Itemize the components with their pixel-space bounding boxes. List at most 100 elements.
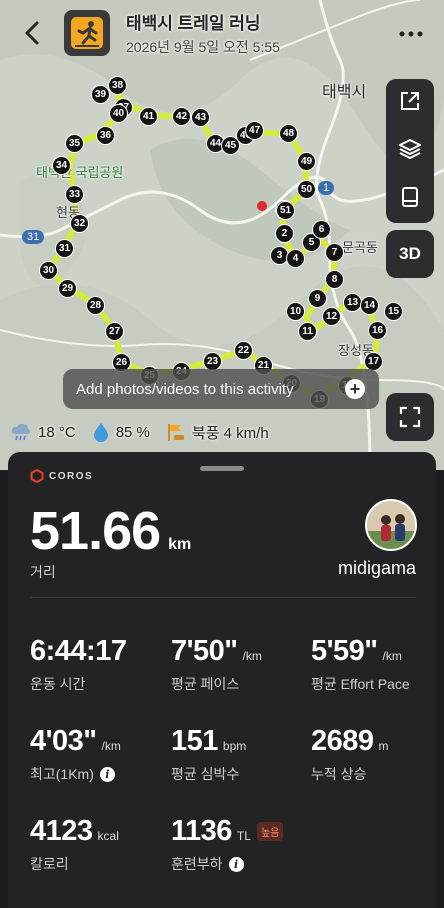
stat-training-load: 1136 TL 높음 훈련부하 i (171, 815, 284, 874)
route-marker[interactable]: 35 (65, 134, 84, 153)
divider (30, 597, 416, 598)
route-marker[interactable]: 7 (325, 243, 344, 262)
route-marker[interactable]: 15 (384, 302, 403, 321)
route-marker[interactable]: 33 (65, 185, 84, 204)
back-button[interactable] (18, 18, 48, 48)
route-marker[interactable]: 27 (105, 322, 124, 341)
road-shield-1: 1 (318, 181, 335, 195)
temperature: 18 °C (38, 423, 76, 441)
more-options-button[interactable] (398, 26, 424, 37)
road-shield-31: 31 (22, 230, 45, 244)
running-figure-icon (71, 17, 103, 49)
route-marker[interactable]: 50 (297, 180, 316, 199)
wind: 북풍 4 km/h (191, 424, 269, 442)
stat-unit: m (378, 739, 389, 753)
avatar[interactable] (365, 499, 417, 551)
route-marker[interactable]: 31 (55, 239, 74, 258)
route-marker[interactable]: 47 (245, 121, 264, 140)
route-marker[interactable]: 51 (276, 201, 295, 220)
user-photo (367, 501, 415, 549)
distance-label: 거리 (30, 564, 56, 580)
stat-value: 1136 (171, 815, 232, 847)
username[interactable]: midigama (338, 558, 416, 579)
route-marker[interactable]: 34 (52, 156, 71, 175)
route-marker[interactable]: 4 (286, 249, 305, 268)
stat-unit: TL (236, 829, 251, 843)
distance-value: 51.66 km (30, 500, 191, 562)
ellipsis-icon (399, 31, 423, 37)
stat-avg-heart-rate: 151 bpm 평균 심박수 (171, 725, 246, 784)
route-marker[interactable]: 22 (234, 341, 253, 360)
stat-effort-pace: 5'59" /km 평균 Effort Pace (311, 635, 410, 694)
stat-unit: /km (101, 739, 121, 753)
route-marker[interactable]: 9 (308, 289, 327, 308)
activity-datetime: 2026년 9월 5일 오전 5:55 (126, 39, 280, 55)
layers-icon (399, 139, 421, 159)
share-button[interactable] (386, 79, 434, 123)
stat-label: 평균 심박수 (171, 766, 240, 782)
route-marker[interactable]: 41 (139, 107, 158, 126)
route-marker[interactable]: 39 (91, 85, 110, 104)
stat-label: 평균 Effort Pace (311, 676, 410, 692)
route-marker[interactable]: 12 (322, 307, 341, 326)
stat-label: 평균 페이스 (171, 676, 240, 692)
coros-mark-icon (30, 469, 44, 483)
add-photos-label: Add photos/videos to this activity (76, 380, 294, 398)
route-marker[interactable]: 14 (360, 296, 379, 315)
wind-flag-icon (167, 424, 184, 441)
route-marker[interactable]: 48 (279, 124, 298, 143)
route-marker[interactable]: 11 (298, 322, 317, 341)
route-marker[interactable]: 8 (325, 270, 344, 289)
route-map[interactable]: 태백시 태백산 국립공원 현동 31 1 문곡동 장성동 1 2 3 4 5 6… (0, 0, 444, 470)
3d-view-button[interactable]: 3D (386, 230, 434, 278)
stat-value: 2689 (311, 725, 374, 757)
fullscreen-button[interactable] (386, 393, 434, 441)
training-load-badge: 높음 (256, 822, 284, 841)
route-marker[interactable]: 6 (312, 220, 331, 239)
map-tool-group (386, 79, 434, 223)
stat-label: 누적 상승 (311, 766, 367, 782)
route-marker[interactable]: 13 (343, 293, 362, 312)
route-marker[interactable]: 29 (58, 279, 77, 298)
stat-label: 운동 시간 (30, 676, 86, 692)
stat-value: 6:44:17 (30, 635, 127, 667)
add-photos-button[interactable]: Add photos/videos to this activity + (63, 369, 379, 409)
info-icon[interactable]: i (228, 856, 244, 872)
humidity-drop-icon (93, 423, 108, 442)
stat-calories: 4123 kcal 칼로리 (30, 815, 119, 874)
fullscreen-icon (399, 406, 421, 428)
stat-unit: /km (382, 649, 402, 663)
distance-unit: km (168, 536, 192, 553)
stat-unit: kcal (97, 829, 119, 843)
route-marker[interactable]: 43 (191, 108, 210, 127)
route-marker[interactable]: 42 (172, 107, 191, 126)
start-point (257, 201, 267, 211)
activity-summary-sheet[interactable]: COROS 51.66 km 거리 midigama 6:44:17 운동 시간… (8, 452, 436, 908)
activity-title: 태백시 트레일 러닝 (126, 14, 261, 33)
route-marker[interactable]: 38 (108, 76, 127, 95)
map-layers-button[interactable] (386, 127, 434, 171)
info-icon[interactable]: i (99, 766, 115, 782)
route-marker[interactable]: 2 (275, 224, 294, 243)
route-marker[interactable]: 16 (368, 321, 387, 340)
stat-value: 7'50" (171, 635, 238, 667)
stat-label: 훈련부하 (171, 856, 223, 872)
route-marker[interactable]: 49 (297, 152, 316, 171)
share-icon (401, 92, 419, 110)
route-marker[interactable]: 36 (96, 126, 115, 145)
route-marker[interactable]: 40 (109, 104, 128, 123)
rain-cloud-icon (11, 423, 31, 441)
stat-value: 151 (171, 725, 218, 757)
route-marker[interactable]: 10 (286, 302, 305, 321)
route-marker[interactable]: 30 (39, 261, 58, 280)
details-book-button[interactable] (386, 175, 434, 219)
route-marker[interactable]: 28 (86, 296, 105, 315)
distance-number: 51.66 (30, 501, 161, 561)
stat-best-km: 4'03" /km 최고(1Km) i (30, 725, 121, 784)
map-label-munkok: 문곡동 (342, 240, 378, 255)
route-marker[interactable]: 32 (70, 214, 89, 233)
drag-handle[interactable] (200, 466, 244, 471)
stat-label: 칼로리 (30, 856, 69, 872)
stat-value: 5'59" (311, 635, 378, 667)
stat-unit: /km (242, 649, 262, 663)
